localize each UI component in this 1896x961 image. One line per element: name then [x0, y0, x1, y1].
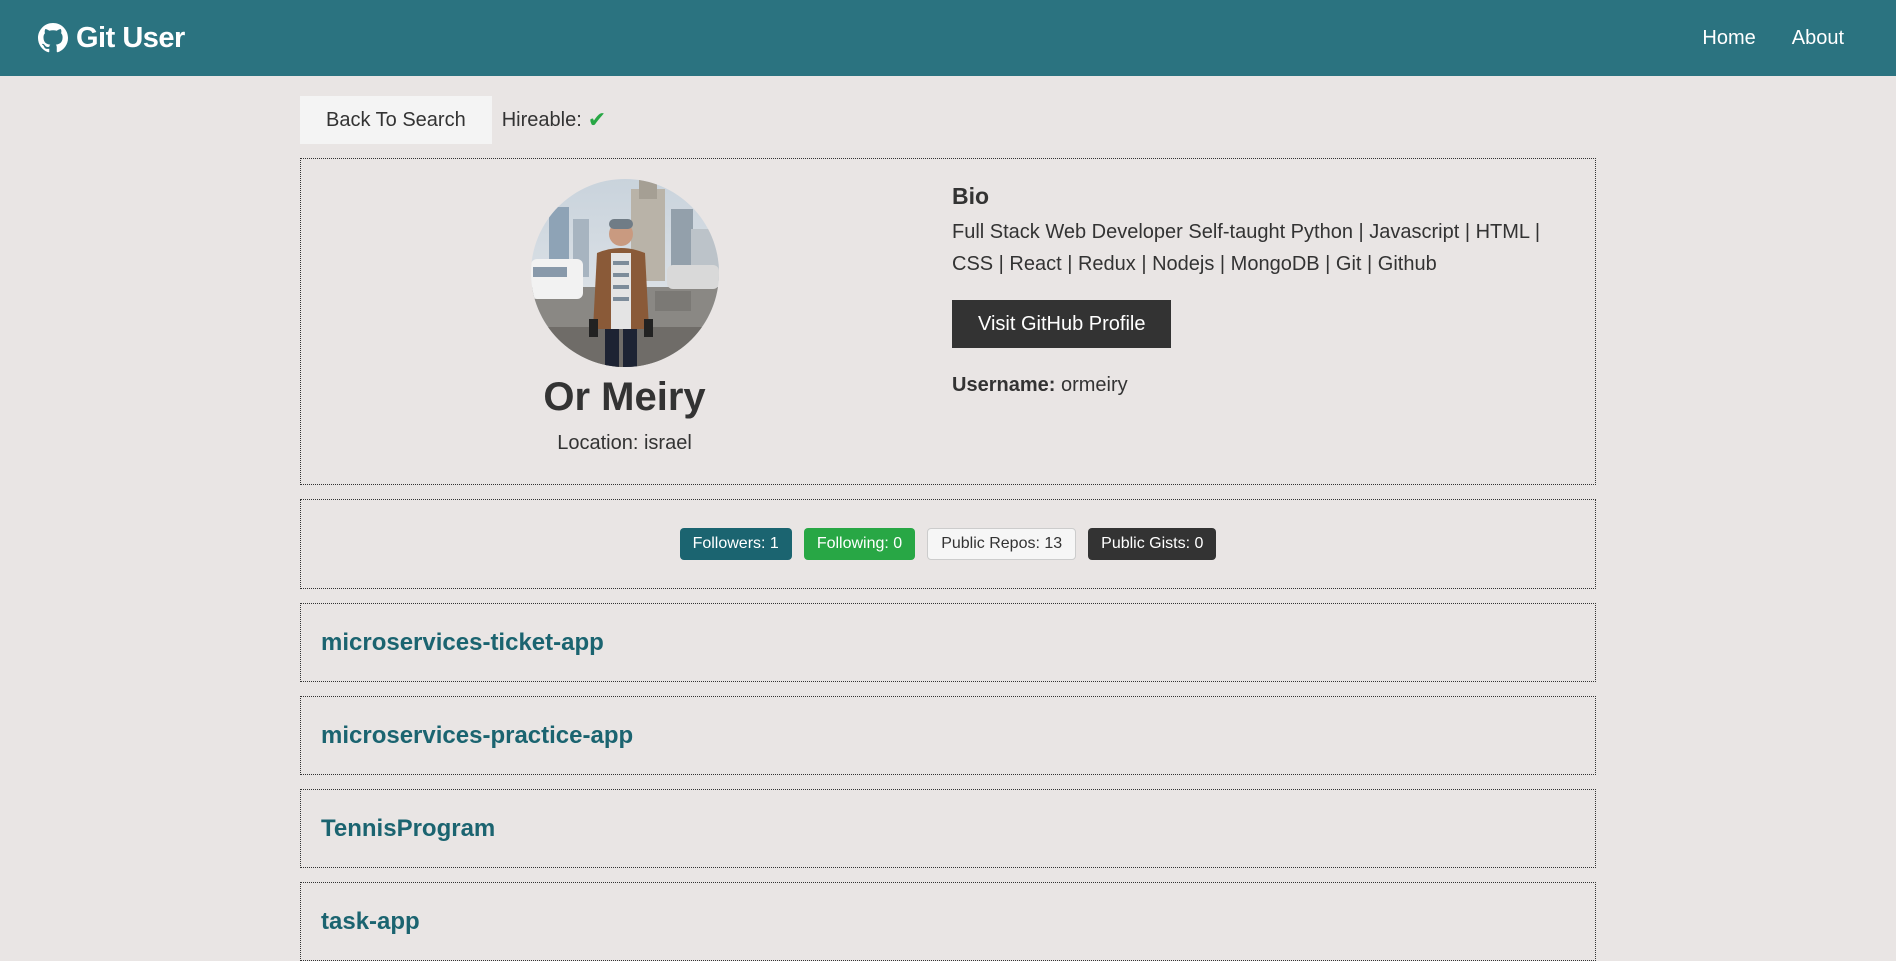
profile-location: Location: israel	[557, 432, 692, 454]
brand-title: Git User	[76, 21, 185, 54]
profile-card: Or Meiry Location: israel Bio Full Stack…	[300, 158, 1596, 485]
back-to-search-button[interactable]: Back To Search	[300, 96, 492, 144]
hireable-label: Hireable:	[501, 108, 582, 131]
top-row: Back To Search Hireable: ✔	[300, 96, 1596, 144]
bio-heading: Bio	[952, 183, 990, 209]
public-repos-badge: Public Repos: 13	[927, 528, 1077, 560]
followers-badge: Followers: 1	[679, 528, 792, 560]
nav-about-link[interactable]: About	[1792, 27, 1844, 50]
repo-link[interactable]: microservices-practice-app	[321, 722, 633, 750]
navbar: Git User Home About	[0, 0, 1896, 76]
bio-text: Full Stack Web Developer Self-taught Pyt…	[952, 221, 1541, 275]
main-container: Back To Search Hireable: ✔ Or Meiry Loca…	[300, 96, 1596, 961]
repo-link[interactable]: TennisProgram	[321, 815, 495, 843]
nav-home-link[interactable]: Home	[1702, 27, 1755, 50]
visit-github-profile-button[interactable]: Visit GitHub Profile	[952, 300, 1172, 348]
public-gists-badge: Public Gists: 0	[1088, 528, 1217, 560]
username-row: Username: ormeiry	[952, 374, 1545, 397]
username-label: Username:	[952, 374, 1056, 396]
nav-links: Home About	[1702, 27, 1844, 50]
repo-item: task-app	[300, 882, 1596, 961]
stats-card: Followers: 1 Following: 0 Public Repos: …	[300, 499, 1596, 589]
repo-item: microservices-practice-app	[300, 696, 1596, 775]
repo-link[interactable]: task-app	[321, 908, 420, 936]
profile-summary: Or Meiry Location: israel	[301, 159, 948, 484]
repo-link[interactable]: microservices-ticket-app	[321, 629, 604, 657]
github-icon	[38, 23, 68, 53]
following-badge: Following: 0	[803, 528, 916, 560]
hireable-status: Hireable: ✔	[502, 107, 606, 133]
brand[interactable]: Git User	[38, 22, 185, 55]
check-icon: ✔	[587, 107, 607, 132]
username-value: ormeiry	[1060, 374, 1128, 396]
avatar	[530, 179, 719, 367]
repo-item: TennisProgram	[300, 789, 1596, 868]
profile-name: Or Meiry	[543, 375, 706, 419]
profile-details: Bio Full Stack Web Developer Self-taught…	[948, 159, 1595, 484]
repo-item: microservices-ticket-app	[300, 603, 1596, 682]
